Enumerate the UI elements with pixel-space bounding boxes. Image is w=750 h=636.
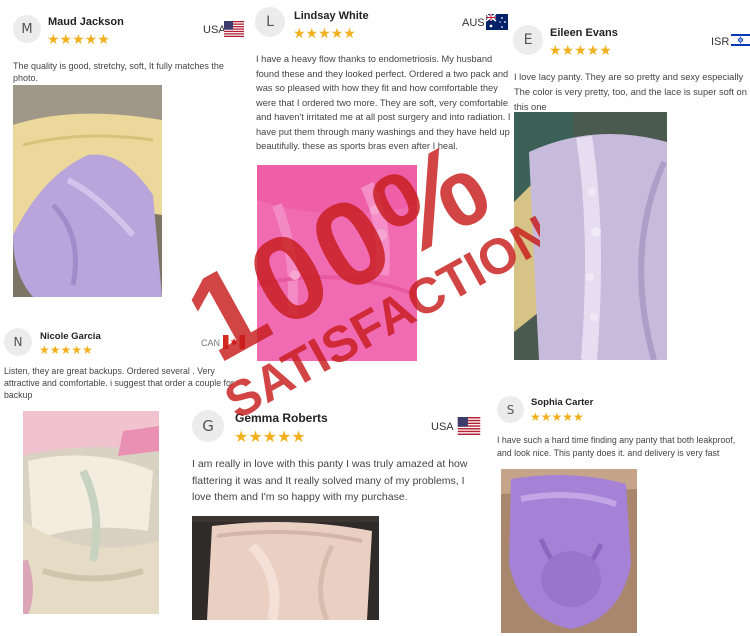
star-rating: ★★★★★ (234, 429, 306, 446)
star-rating: ★★★★★ (39, 343, 93, 357)
reviewer-name: Maud Jackson (48, 16, 124, 28)
avatar: G (192, 410, 224, 442)
review-text: The quality is good, stretchy, soft, It … (13, 61, 224, 83)
star-rating: ★★★★★ (293, 25, 356, 41)
country-code: ISR (711, 36, 730, 48)
star-rating: ★★★★★ (530, 410, 584, 424)
reviewer-name: Eileen Evans (550, 27, 618, 39)
usa-flag-icon (457, 417, 481, 435)
pink-lace-panty-photo (257, 165, 417, 361)
reviewer-name: Gemma Roberts (235, 411, 328, 425)
country-code: CAN (201, 338, 221, 348)
review-text: I love lacy panty. They are so pretty an… (514, 72, 747, 112)
reviewer-name: Sophia Carter (531, 397, 594, 408)
avatar: L (255, 7, 285, 37)
review-text: I have such a hard time finding any pant… (497, 435, 736, 458)
country-code: USA (203, 24, 226, 36)
avatar: S (497, 396, 524, 423)
review-text: I have a heavy flow thanks to endometrio… (256, 54, 511, 151)
beige-panty-photo (192, 516, 379, 620)
avatar: M (13, 15, 41, 43)
star-rating: ★★★★★ (47, 31, 110, 47)
reviewer-name: Lindsay White (294, 10, 369, 22)
review-text: Listen, they are great backups. Ordered … (4, 366, 234, 400)
pastel-panties-pile-photo (23, 411, 159, 614)
avatar: N (4, 328, 32, 356)
avatar: E (513, 25, 543, 55)
country-code: AUS (462, 17, 485, 29)
purple-panty-photo (501, 469, 637, 633)
country-code: USA (431, 421, 454, 433)
review-text: I am really in love with this panty I wa… (192, 458, 468, 503)
israel-flag-icon (731, 32, 750, 48)
canada-flag-icon (223, 335, 245, 349)
usa-flag-icon (224, 21, 244, 37)
lavender-and-yellow-panties-photo (13, 85, 162, 297)
star-rating: ★★★★★ (549, 42, 612, 58)
australia-flag-icon (486, 14, 508, 30)
reviewer-name: Nicole Garcia (40, 331, 101, 342)
lilac-lace-panty-photo (514, 112, 667, 360)
